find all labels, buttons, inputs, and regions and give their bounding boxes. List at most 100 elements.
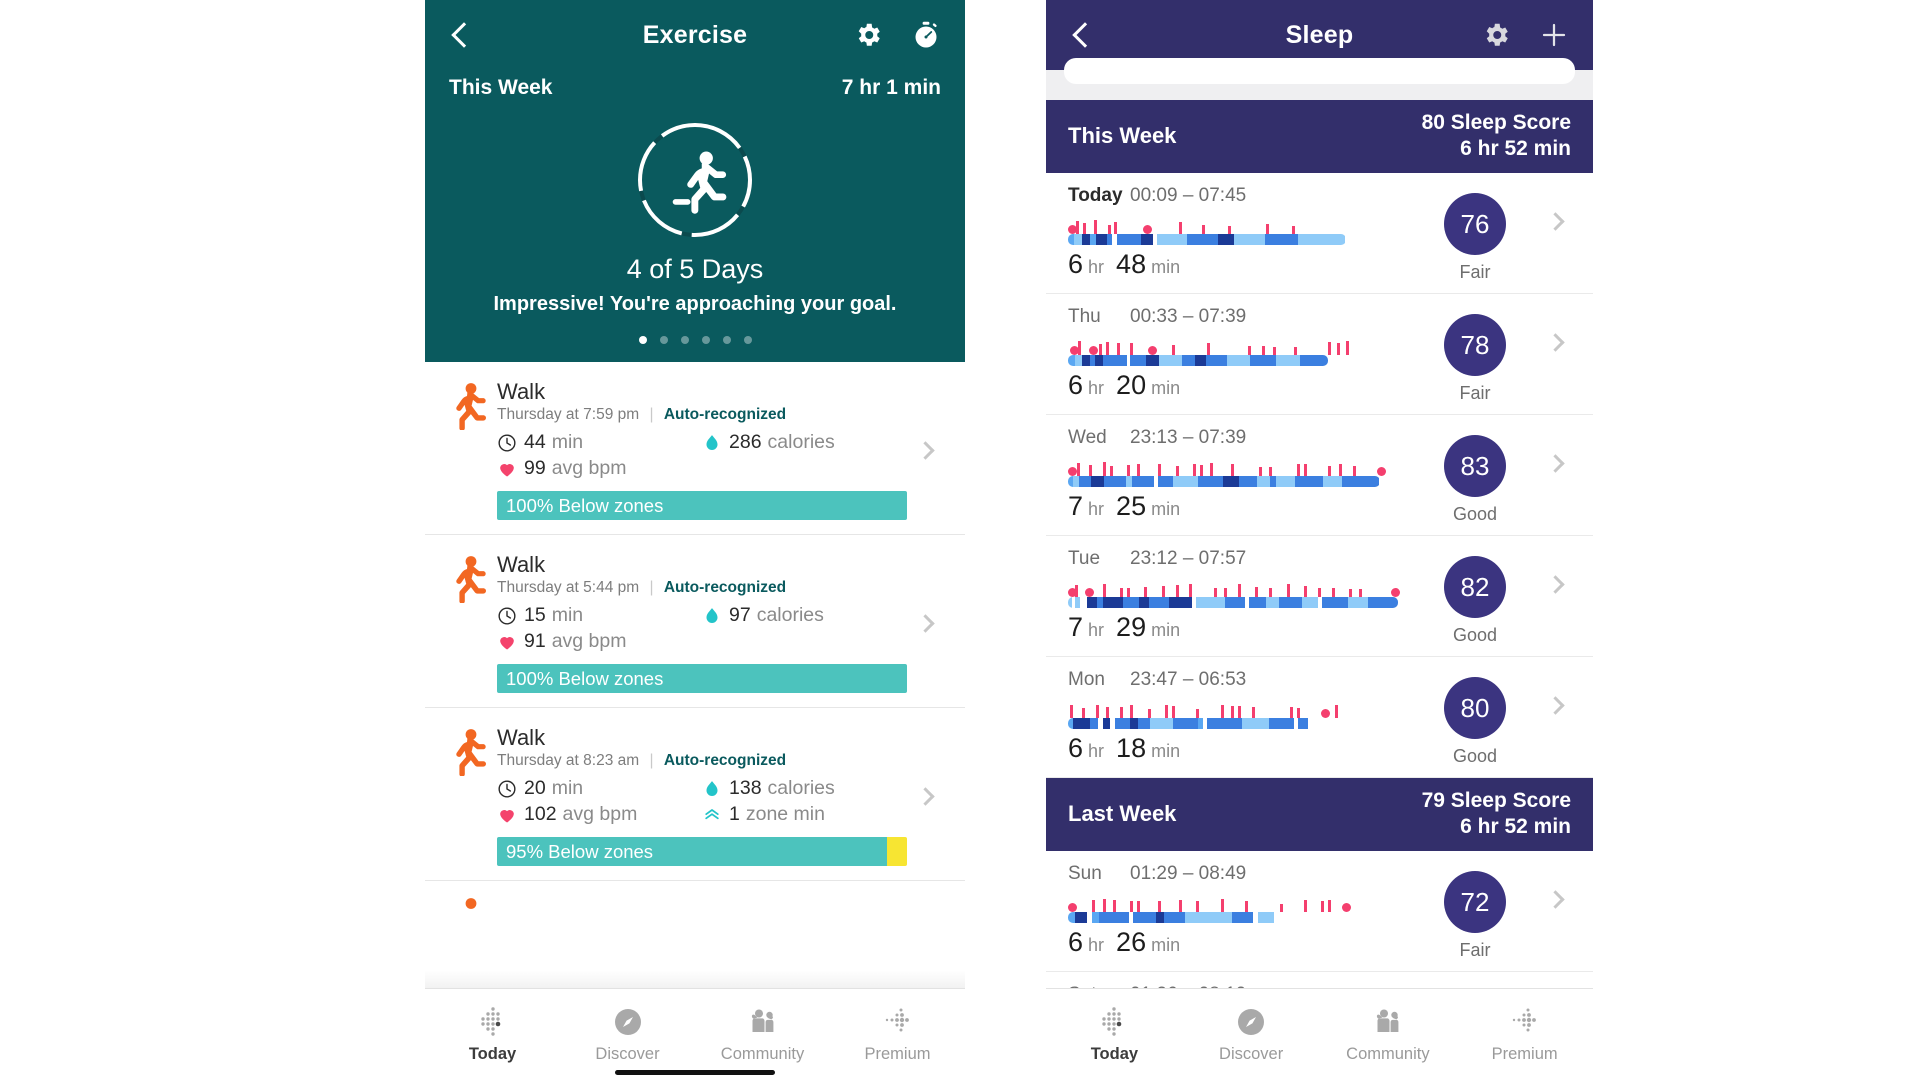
sleep-section-header: This Week 80 Sleep Score 6 hr 52 min	[1046, 100, 1593, 174]
sleep-row[interactable]: Wed 23:13 – 07:39 7 hr 25 min 83 Good	[1046, 415, 1593, 537]
premium-dots-icon	[1512, 1008, 1536, 1032]
exercise-type: Walk	[497, 379, 546, 404]
exercise-bpm-unit: avg bpm	[562, 803, 638, 826]
exercise-zone-bar: 100% Below zones	[497, 491, 907, 521]
sleep-day: Tue	[1068, 548, 1101, 570]
carousel-pager[interactable]	[425, 316, 965, 362]
exercise-goal-ring	[425, 118, 965, 242]
exercise-zone-min-value: 1	[729, 803, 740, 826]
exercise-duration-stat: 15 min	[497, 604, 702, 627]
sleep-row[interactable]: Sun 01:29 – 08:49 6 hr 26 min 72 Fair	[1046, 851, 1593, 973]
chevron-right-icon[interactable]	[1535, 669, 1575, 715]
sleep-range: 23:47 – 06:53	[1130, 669, 1247, 691]
sleep-row[interactable]: Mon 23:47 – 06:53 6 hr 18 min 80 Good	[1046, 657, 1593, 779]
pager-dot[interactable]	[659, 336, 668, 344]
sleep-quality-label: Good	[1452, 746, 1498, 767]
sleep-screen: Sleep This Week 80 Sleep Score 6 hr 52 m…	[1046, 0, 1593, 1080]
exercise-calories-value: 138	[729, 777, 762, 800]
exercise-hero: Exercise This Week 7 hr 1 min 4 of 5 Day…	[425, 0, 965, 362]
exercise-when: Thursday at 8:23 am	[497, 752, 640, 770]
awake-ticks	[1068, 338, 1415, 356]
gear-icon[interactable]	[1481, 20, 1511, 50]
sleep-hours: 6	[1068, 370, 1084, 401]
section-duration: 6 hr 52 min	[1460, 136, 1571, 160]
pager-dot[interactable]	[701, 336, 710, 344]
today-dots-icon	[1102, 1007, 1122, 1036]
sleep-duration: 6 hr 48 min	[1068, 249, 1181, 280]
exercise-goal-text: 4 of 5 Days	[626, 254, 764, 284]
sleep-card-peek	[1046, 58, 1593, 100]
tab-community[interactable]: Community	[695, 989, 830, 1080]
tab-label: Discover	[1219, 1045, 1284, 1063]
home-indicator	[615, 1070, 775, 1075]
chevron-left-icon[interactable]	[449, 20, 475, 50]
chevron-right-icon[interactable]	[1535, 306, 1575, 352]
plus-icon[interactable]	[1539, 20, 1569, 50]
exercise-type: Walk	[497, 552, 546, 578]
pager-dot[interactable]	[722, 336, 731, 344]
pager-dot[interactable]	[638, 336, 647, 344]
exercise-zone-bar: 100% Below zones	[497, 664, 907, 694]
exercise-list-item[interactable]: Walk Thursday at 8:23 am | Auto-recogniz…	[425, 708, 965, 882]
sleep-minutes: 18	[1116, 733, 1147, 764]
walking-person-icon	[447, 553, 493, 693]
sleep-row[interactable]: Thu 00:33 – 07:39 6 hr 20 min 78 Fair	[1046, 294, 1593, 416]
tab-community[interactable]: Community	[1320, 989, 1457, 1080]
exercise-list-item[interactable]: Walk Thursday at 5:44 pm | Auto-recogniz…	[425, 535, 965, 709]
tab-premium[interactable]: Premium	[830, 989, 965, 1080]
sleep-hours: 6	[1068, 733, 1084, 764]
pager-dot[interactable]	[743, 336, 752, 344]
exercise-bpm-value: 102	[524, 803, 557, 826]
exercise-screen: Exercise This Week 7 hr 1 min 4 of 5 Day…	[425, 0, 965, 1080]
tab-discover[interactable]: Discover	[1183, 989, 1320, 1080]
sleep-range: 00:09 – 07:45	[1130, 185, 1247, 207]
sleep-hours: 7	[1068, 491, 1084, 522]
sleep-hypnogram	[1068, 217, 1415, 246]
sleep-duration: 6 hr 20 min	[1068, 370, 1181, 401]
sleep-range: 00:33 – 07:39	[1130, 306, 1247, 328]
tab-discover[interactable]: Discover	[560, 989, 695, 1080]
clock-icon	[498, 434, 516, 452]
zone-yellow-segment	[886, 837, 907, 867]
section-score: 79 Sleep Score	[1421, 789, 1571, 813]
sleep-hours: 7	[1068, 612, 1084, 643]
exercise-duration-unit: min	[551, 431, 584, 454]
chevron-left-icon[interactable]	[1070, 20, 1096, 50]
chevron-right-icon[interactable]	[1535, 863, 1575, 910]
meta-separator: |	[649, 579, 654, 597]
chevron-right-icon[interactable]	[907, 726, 943, 866]
screenshot-stage: Exercise This Week 7 hr 1 min 4 of 5 Day…	[0, 0, 1920, 1080]
tab-today[interactable]: Today	[1046, 989, 1183, 1080]
exercise-list-item[interactable]: Walk Thursday at 7:59 pm | Auto-recogniz…	[425, 362, 965, 536]
tab-premium[interactable]: Premium	[1456, 989, 1593, 1080]
exercise-list-item-partial[interactable]	[425, 881, 965, 964]
sleep-range: 23:13 – 07:39	[1130, 427, 1247, 449]
section-duration: 6 hr 52 min	[1460, 814, 1571, 838]
chevron-right-icon[interactable]	[907, 380, 943, 520]
chevron-right-icon[interactable]	[1535, 185, 1575, 231]
exercise-navbar: Exercise	[425, 0, 965, 70]
chevron-right-icon[interactable]	[907, 553, 943, 693]
exercise-tabbar: Today Discover Community Premium	[425, 988, 965, 1080]
tab-today[interactable]: Today	[425, 989, 560, 1080]
exercise-calories-value: 286	[729, 431, 762, 454]
meta-separator: |	[649, 406, 654, 424]
exercise-calories-unit: calories	[756, 604, 824, 627]
exercise-when: Thursday at 7:59 pm	[497, 406, 640, 424]
pager-dot[interactable]	[680, 336, 689, 344]
exercise-bpm-unit: avg bpm	[551, 630, 627, 653]
chevron-right-icon[interactable]	[1535, 427, 1575, 473]
gear-icon[interactable]	[853, 20, 883, 50]
exercise-source: Auto-recognized	[663, 579, 787, 597]
sleep-tabbar: Today Discover Community Premium	[1046, 988, 1593, 1080]
sleep-day: Today	[1068, 185, 1123, 207]
sleep-row[interactable]: Today 00:09 – 07:45 6 hr 48 min 76 Fair	[1046, 173, 1593, 295]
chevron-right-icon[interactable]	[1535, 548, 1575, 594]
week-label: This Week	[449, 76, 553, 99]
sleep-row[interactable]: Tue 23:12 – 07:57 7 hr 29 min 82 Good	[1046, 536, 1593, 658]
sleep-section-header: Last Week 79 Sleep Score 6 hr 52 min	[1046, 778, 1593, 852]
sleep-quality-label: Fair	[1459, 262, 1491, 283]
active-zone-icon	[705, 808, 719, 819]
stopwatch-icon[interactable]	[911, 20, 941, 50]
clock-icon	[498, 780, 516, 798]
